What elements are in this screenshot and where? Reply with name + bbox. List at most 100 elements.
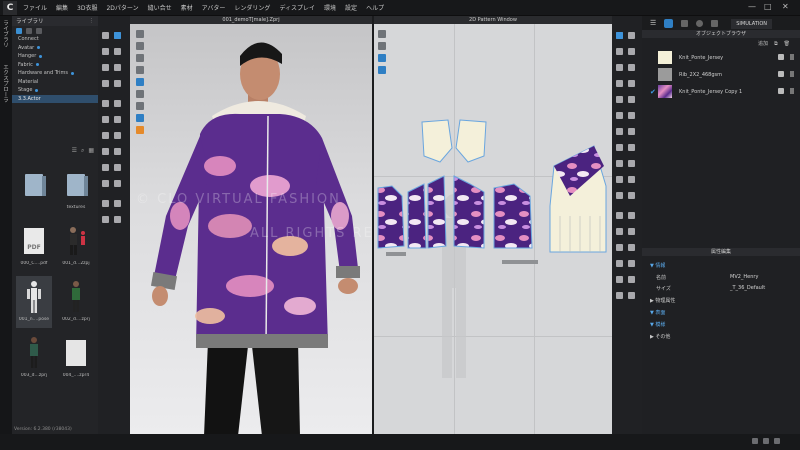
folder-icon [67, 174, 88, 196]
fullscreen-icon[interactable] [752, 438, 758, 444]
version-label: Version: 6.2.380 (r38043) [14, 427, 72, 432]
more-icon[interactable]: ⋮ [89, 18, 95, 24]
topstitch-icon[interactable] [711, 19, 719, 27]
2d-toolbar [612, 16, 642, 434]
trim-icon[interactable] [681, 19, 689, 27]
tree-item-hanger[interactable]: Hanger [12, 52, 98, 61]
pattern-pieces[interactable] [374, 16, 612, 436]
fabric-swatch [658, 85, 672, 98]
library-panel: ライブラリ ⋮ Connect Avatar Hanger Fabric Har… [12, 16, 98, 434]
name-field[interactable]: MV2_Henry [730, 274, 758, 280]
library-item[interactable]: 001_d...2zpj [58, 220, 94, 272]
status-bar [0, 434, 800, 450]
fabric-row-selected[interactable]: ✔ Knit_Ponte_Jersey Copy 1 [642, 83, 800, 100]
add-icon[interactable] [16, 27, 22, 34]
library-item[interactable]: textures [58, 164, 94, 216]
tree-item-stage[interactable]: Stage [12, 86, 98, 95]
library-toolbar [12, 26, 98, 35]
pdf-file-icon: PDF [24, 228, 44, 254]
layout-icon[interactable] [763, 438, 769, 444]
vertical-tab-strip: ライブラリ エクスプローラ [0, 16, 12, 434]
folder-icon[interactable] [26, 27, 32, 34]
menu-edit[interactable]: 編集 [56, 3, 68, 12]
section-other[interactable]: ▶ その他 [650, 333, 670, 340]
list-view-icon[interactable]: ☰ [72, 147, 77, 154]
library-title: ライブラリ [16, 19, 44, 25]
sync-dot-icon [39, 54, 43, 58]
prop-row-name: 名前 MV2_Henry [656, 274, 759, 281]
status-icons [752, 438, 780, 444]
avatar-thumbnail-icon [70, 227, 85, 255]
menu-avatar[interactable]: アバター [202, 3, 226, 12]
object-browser-title: オブジェクトブラウザ [642, 30, 800, 38]
menu-sewing[interactable]: 縫い合せ [148, 3, 172, 12]
avatar-thumbnail-icon [72, 281, 80, 312]
grid-view-icon[interactable]: ▦ [88, 147, 94, 154]
fabric-swatch [658, 68, 672, 81]
tree-item-actor[interactable]: 3.3.Actor [12, 94, 98, 103]
3d-garment-window[interactable]: 001_demoT[male].Zprj © CLO VIRTUAL FASHI… [130, 16, 372, 436]
library-header: ライブラリ ⋮ [12, 16, 98, 26]
fabric-name: Knit_Ponte_Jersey Copy 1 [679, 88, 743, 95]
simulation-button[interactable]: SIMULATION [731, 19, 772, 29]
section-texture[interactable]: ▼ 模様 [650, 321, 665, 328]
menu-display[interactable]: ディスプレイ [279, 3, 315, 12]
fabric-swatch [658, 51, 672, 64]
library-item[interactable] [16, 164, 52, 216]
fabric-tab-icon[interactable] [664, 18, 674, 28]
menu-2d-pattern[interactable]: 2Dパターン [106, 3, 138, 12]
tab-explorer[interactable]: エクスプローラ [1, 64, 9, 103]
tree-item-material[interactable]: Material [12, 78, 98, 87]
apply-fabric-icon[interactable] [778, 88, 784, 94]
section-physical[interactable]: ▶ 物理属性 [650, 297, 675, 304]
fabric-row[interactable]: Knit_Ponte_Jersey [642, 49, 800, 66]
list-icon[interactable]: ☰ [650, 19, 656, 27]
fabric-check-icon: ✔ [650, 87, 656, 96]
library-item[interactable]: 004_....zpr4 [58, 332, 94, 384]
maximize-button[interactable]: □ [764, 2, 772, 11]
delete-icon[interactable]: 🗑 [784, 41, 790, 47]
notification-icon[interactable] [774, 438, 780, 444]
size-field[interactable]: _T_36_Default [730, 285, 765, 291]
2d-pattern-window[interactable]: 2D Pattern Window [374, 16, 612, 436]
minimize-button[interactable]: — [748, 2, 756, 11]
library-item-selected[interactable]: 001_n....pose [16, 276, 52, 328]
fabric-menu-icon[interactable] [790, 71, 794, 77]
menu-environment[interactable]: 環境 [324, 3, 336, 12]
library-item[interactable]: 003_d...zprj [16, 332, 52, 384]
2d-tool-icons[interactable] [612, 16, 642, 434]
tab-library[interactable]: ライブラリ [1, 20, 9, 48]
search-icon[interactable]: ⌕ [81, 147, 84, 155]
folder-icon [25, 174, 46, 196]
fabric-name: Rib_2X2_468gsm [679, 71, 723, 78]
apply-fabric-icon[interactable] [778, 71, 784, 77]
menu-materials[interactable]: 素材 [181, 3, 193, 12]
tree-item-avatar[interactable]: Avatar [12, 44, 98, 53]
tree-item-fabric[interactable]: Fabric [12, 61, 98, 70]
pose-figure-icon [27, 281, 41, 313]
library-item[interactable]: 002_d....zprj [58, 276, 94, 328]
menu-render[interactable]: レンダリング [234, 3, 270, 12]
tree-item-hardware[interactable]: Hardware and Trims [12, 69, 98, 78]
app-logo: C [3, 0, 17, 15]
section-info[interactable]: ▼ 情報 [650, 262, 665, 269]
menubar: C ファイル 編集 3D衣服 2Dパターン 縫い合せ 素材 アバター レンダリン… [0, 0, 800, 16]
menu-file[interactable]: ファイル [23, 3, 47, 12]
section-surface[interactable]: ▼ 表面 [650, 309, 665, 316]
menu-settings[interactable]: 設定 [345, 3, 357, 12]
button-icon[interactable] [696, 19, 704, 27]
library-item[interactable]: PDF 000_C....pdf [16, 220, 52, 272]
menu-help[interactable]: ヘルプ [366, 3, 384, 12]
tree-item-connect[interactable]: Connect [12, 35, 98, 44]
fabric-menu-icon[interactable] [790, 54, 794, 60]
apply-fabric-icon[interactable] [778, 54, 784, 60]
3d-tool-icons[interactable] [98, 16, 130, 434]
fabric-menu-icon[interactable] [790, 88, 794, 94]
refresh-icon[interactable] [36, 27, 42, 34]
right-panel: ☰ SIMULATION オブジェクトブラウザ 追加 ⧉ 🗑 Knit_Pont… [642, 16, 800, 434]
menu-3d-garment[interactable]: 3D衣服 [77, 3, 97, 12]
copy-icon[interactable]: ⧉ [774, 41, 778, 47]
close-button[interactable]: ✕ [782, 2, 789, 11]
add-fabric-button[interactable]: 追加 [758, 40, 768, 47]
fabric-row[interactable]: Rib_2X2_468gsm [642, 66, 800, 83]
